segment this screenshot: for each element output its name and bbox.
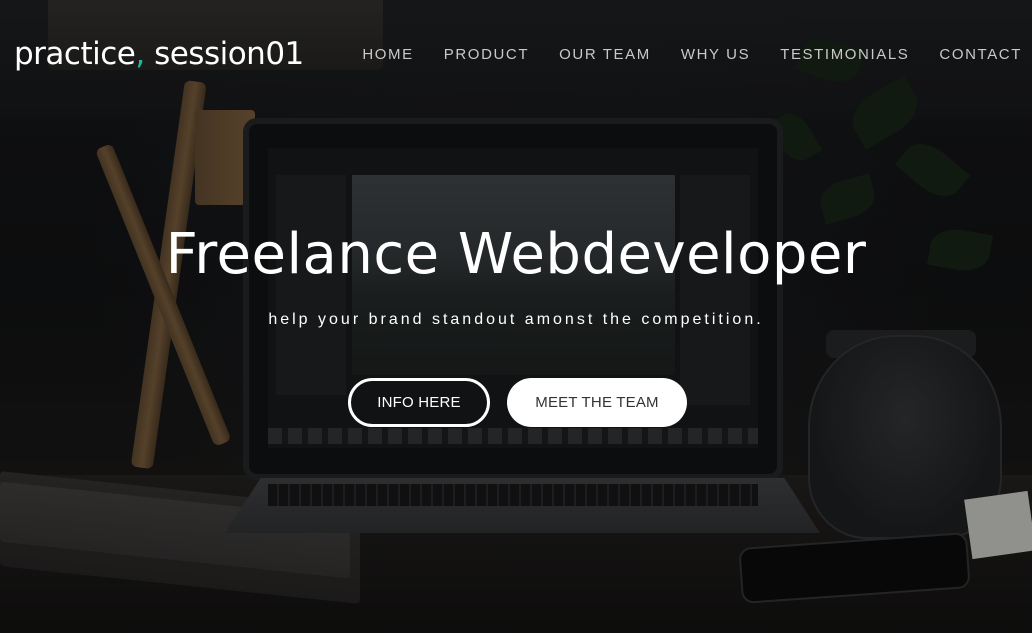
hero-headline: Freelance Webdeveloper bbox=[165, 222, 867, 287]
nav-link-home[interactable]: HOME bbox=[362, 46, 413, 63]
nav-link-our-team[interactable]: OUR TEAM bbox=[559, 46, 651, 63]
brand-logo[interactable]: practice, session01 bbox=[14, 36, 304, 72]
brand-name-part2: session01 bbox=[144, 36, 304, 72]
hero-section: practice, session01 HOME PRODUCT OUR TEA… bbox=[0, 0, 1032, 633]
nav-link-contact[interactable]: CONTACT bbox=[939, 46, 1022, 63]
main-nav: HOME PRODUCT OUR TEAM WHY US TESTIMONIAL… bbox=[332, 46, 1022, 63]
brand-name-part1: practice bbox=[14, 36, 136, 72]
nav-link-testimonials[interactable]: TESTIMONIALS bbox=[780, 46, 909, 63]
nav-link-why-us[interactable]: WHY US bbox=[681, 46, 750, 63]
meet-the-team-button[interactable]: MEET THE TEAM bbox=[507, 378, 687, 427]
info-here-button[interactable]: INFO HERE bbox=[348, 378, 490, 427]
nav-link-product[interactable]: PRODUCT bbox=[444, 46, 529, 63]
brand-comma: , bbox=[135, 36, 145, 72]
hero-subline: help your brand standout amonst the comp… bbox=[268, 311, 764, 328]
